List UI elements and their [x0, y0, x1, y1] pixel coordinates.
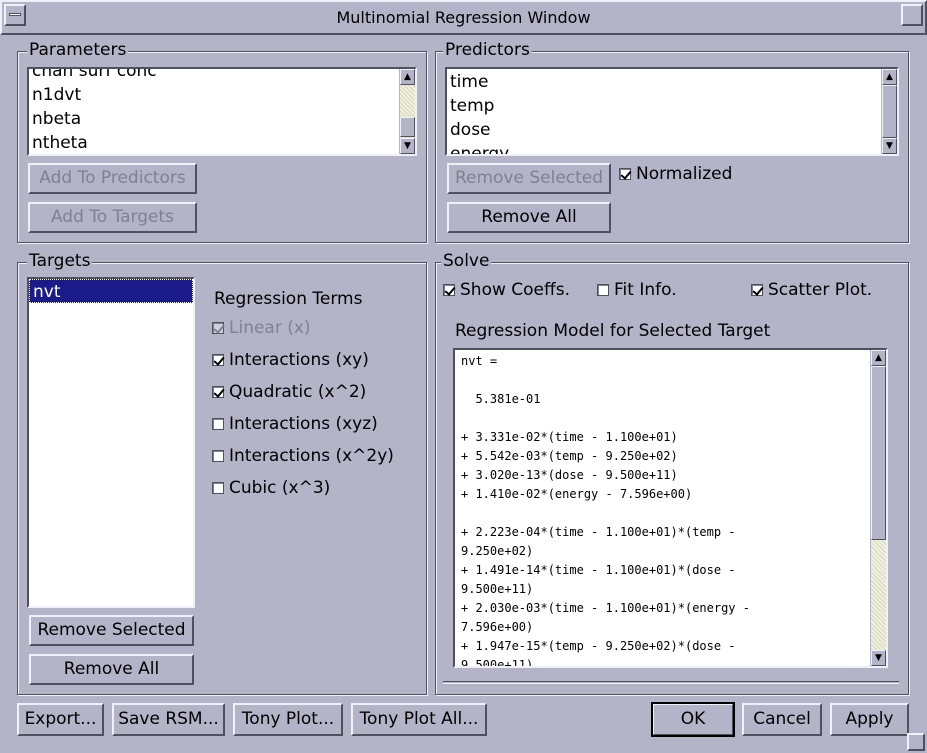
add-to-targets-button[interactable]: Add To Targets	[28, 202, 197, 233]
quadratic-label: Quadratic (x^2)	[229, 382, 367, 402]
linear-checkbox-row[interactable]: Linear (x)	[212, 318, 311, 338]
normalized-label: Normalized	[636, 164, 733, 184]
predictors-legend: Predictors	[443, 40, 532, 60]
scroll-thumb[interactable]	[400, 117, 415, 137]
interactions-x2y-checkbox[interactable]	[212, 450, 224, 462]
parameters-list[interactable]: chan surf conc n1dvt nbeta ntheta	[27, 67, 417, 156]
model-text: nvt = 5.381e-01 + 3.331e-02*(time - 1.10…	[455, 350, 886, 668]
quadratic-checkbox-row[interactable]: Quadratic (x^2)	[212, 382, 366, 402]
model-line: + 5.542e-03*(temp - 9.250e+02)	[461, 449, 678, 463]
ok-button[interactable]: OK	[651, 702, 735, 737]
tony-plot-all-button[interactable]: Tony Plot All...	[351, 703, 487, 736]
solve-legend: Solve	[441, 251, 492, 271]
model-line: + 1.947e-15*(temp - 9.250e+02)*(dose -	[461, 639, 736, 653]
fit-info-checkbox[interactable]	[597, 284, 609, 296]
scatter-plot-checkbox[interactable]	[751, 284, 763, 296]
model-scrollbar[interactable]: ▲ ▼	[870, 350, 886, 666]
parameters-scrollbar[interactable]: ▲ ▼	[399, 69, 415, 154]
parameters-legend: Parameters	[27, 40, 129, 60]
scroll-down-icon[interactable]: ▼	[400, 138, 415, 154]
model-line: + 2.223e-04*(time - 1.100e+01)*(temp -	[461, 525, 736, 539]
targets-list[interactable]: nvt	[27, 277, 195, 608]
fit-info-label: Fit Info.	[614, 280, 677, 300]
linear-checkbox[interactable]	[212, 322, 224, 334]
model-line: 5.381e-01	[461, 392, 541, 406]
scatter-plot-label: Scatter Plot.	[768, 280, 873, 300]
scroll-thumb[interactable]	[882, 85, 897, 138]
list-item[interactable]: nbeta	[29, 107, 415, 131]
model-line: 9.500e+11)	[461, 582, 534, 596]
cubic-label: Cubic (x^3)	[229, 478, 331, 498]
model-line: + 1.410e-02*(energy - 7.596e+00)	[461, 487, 693, 501]
scroll-up-icon[interactable]: ▲	[400, 69, 415, 85]
interactions-x2y-checkbox-row[interactable]: Interactions (x^2y)	[212, 446, 394, 466]
model-line: + 1.491e-14*(time - 1.100e+01)*(dose -	[461, 563, 736, 577]
cubic-checkbox-row[interactable]: Cubic (x^3)	[212, 478, 330, 498]
fit-info-checkbox-row[interactable]: Fit Info.	[597, 280, 677, 300]
show-coeffs-checkbox-row[interactable]: Show Coeffs.	[443, 280, 570, 300]
normalized-checkbox-row[interactable]: Normalized	[619, 164, 732, 184]
scroll-thumb[interactable]	[871, 366, 886, 540]
interactions-xy-label: Interactions (xy)	[229, 350, 369, 370]
model-heading: Regression Model for Selected Target	[455, 321, 771, 341]
scroll-up-icon[interactable]: ▲	[882, 69, 897, 85]
resize-grip-icon[interactable]	[907, 733, 925, 751]
model-line: 9.250e+02)	[461, 544, 534, 558]
model-line	[461, 504, 880, 523]
model-line: + 3.331e-02*(time - 1.100e+01)	[461, 430, 678, 444]
predictors-remove-all-button[interactable]: Remove All	[447, 202, 611, 233]
model-textarea[interactable]: nvt = 5.381e-01 + 3.331e-02*(time - 1.10…	[453, 348, 888, 668]
cancel-button[interactable]: Cancel	[742, 703, 822, 736]
scroll-down-icon[interactable]: ▼	[871, 650, 886, 666]
targets-remove-selected-button[interactable]: Remove Selected	[29, 615, 194, 646]
normalized-checkbox[interactable]	[619, 168, 631, 180]
model-line: 7.596e+00)	[461, 620, 534, 634]
solve-separator	[443, 681, 899, 684]
model-line: + 2.030e-03*(time - 1.100e+01)*(energy -	[461, 601, 750, 615]
scatter-plot-checkbox-row[interactable]: Scatter Plot.	[751, 280, 872, 300]
show-coeffs-label: Show Coeffs.	[460, 280, 570, 300]
window-title: Multinomial Regression Window	[336, 8, 591, 27]
apply-button[interactable]: Apply	[830, 703, 909, 736]
list-item[interactable]: ntheta	[29, 131, 415, 154]
show-coeffs-checkbox[interactable]	[443, 284, 455, 296]
tony-plot-button[interactable]: Tony Plot...	[233, 703, 343, 736]
cubic-checkbox[interactable]	[212, 482, 224, 494]
list-item[interactable]: dose	[447, 118, 897, 142]
interactions-xy-checkbox-row[interactable]: Interactions (xy)	[212, 350, 369, 370]
save-rsm-button[interactable]: Save RSM...	[112, 703, 225, 736]
list-item[interactable]: n1dvt	[29, 83, 415, 107]
list-item[interactable]: energy	[447, 142, 897, 154]
linear-label: Linear (x)	[229, 318, 311, 338]
window-close-button[interactable]	[901, 4, 923, 26]
interactions-xyz-checkbox-row[interactable]: Interactions (xyz)	[212, 414, 378, 434]
list-item[interactable]: chan surf conc	[29, 69, 415, 83]
predictors-remove-selected-button[interactable]: Remove Selected	[447, 163, 611, 194]
model-line	[461, 371, 880, 390]
scroll-up-icon[interactable]: ▲	[871, 350, 886, 366]
quadratic-checkbox[interactable]	[212, 386, 224, 398]
model-line: + 3.020e-13*(dose - 9.500e+11)	[461, 468, 678, 482]
list-item[interactable]: time	[447, 70, 897, 94]
model-line: 9.500e+11)	[461, 658, 534, 668]
scroll-down-icon[interactable]: ▼	[882, 138, 897, 154]
add-to-predictors-button[interactable]: Add To Predictors	[28, 163, 197, 194]
interactions-x2y-label: Interactions (x^2y)	[229, 446, 394, 466]
interactions-xy-checkbox[interactable]	[212, 354, 224, 366]
interactions-xyz-label: Interactions (xyz)	[229, 414, 378, 434]
list-item[interactable]: temp	[447, 94, 897, 118]
model-line: nvt =	[461, 354, 498, 368]
targets-remove-all-button[interactable]: Remove All	[29, 654, 194, 685]
regression-terms-heading: Regression Terms	[214, 289, 363, 309]
predictors-scrollbar[interactable]: ▲ ▼	[881, 69, 897, 154]
list-item-selected[interactable]: nvt	[29, 279, 193, 303]
interactions-xyz-checkbox[interactable]	[212, 418, 224, 430]
targets-legend: Targets	[27, 251, 93, 271]
predictors-list[interactable]: time temp dose energy	[445, 67, 899, 156]
model-line	[461, 409, 880, 428]
export-button[interactable]: Export...	[17, 703, 104, 736]
